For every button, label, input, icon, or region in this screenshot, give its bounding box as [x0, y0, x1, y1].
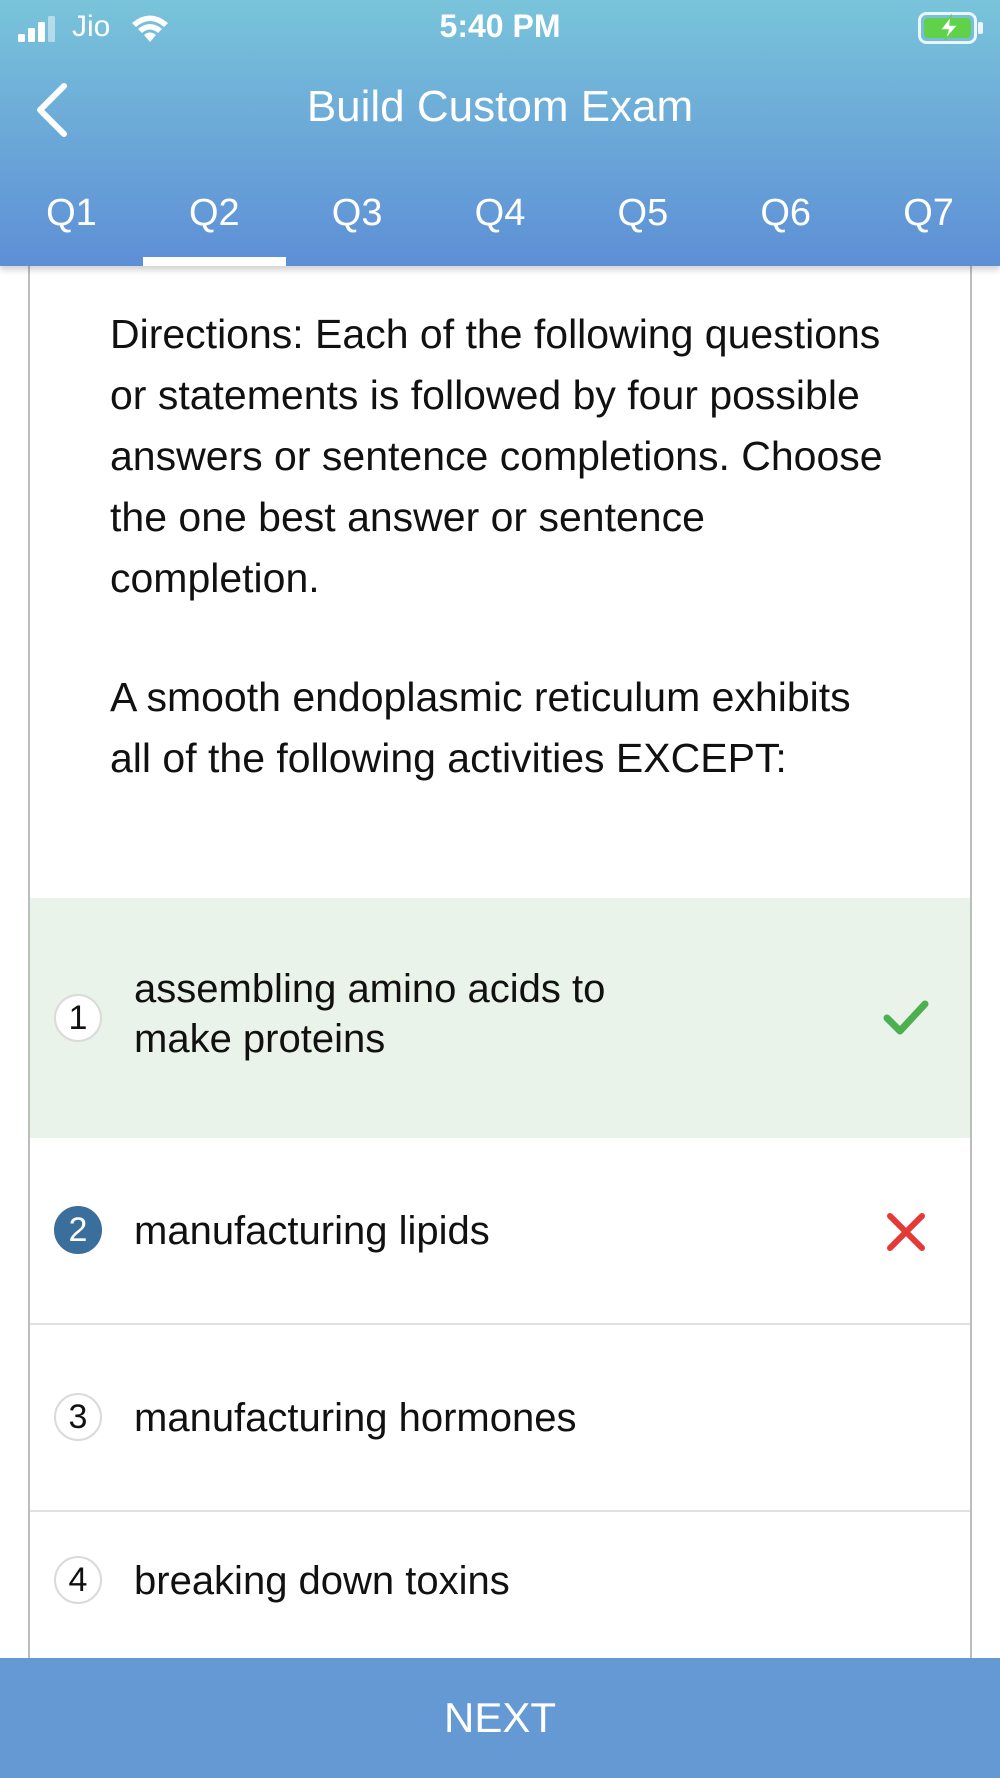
question-tabs: Q1 Q2 Q3 Q4 Q5 Q6 Q7: [0, 178, 1000, 266]
cross-icon: [887, 1213, 925, 1251]
next-button[interactable]: NEXT: [0, 1658, 1000, 1778]
answer-option-3[interactable]: 3 manufacturing hormones: [30, 1325, 970, 1512]
answer-text: assembling amino acids to make proteins: [134, 964, 840, 1064]
answer-number-badge: 4: [54, 1556, 102, 1604]
answer-text: manufacturing hormones: [134, 1396, 577, 1440]
answer-number-badge: 2: [54, 1206, 102, 1254]
answer-option-1[interactable]: 1 assembling amino acids to make protein…: [30, 898, 970, 1138]
answer-option-2[interactable]: 2 manufacturing lipids: [30, 1138, 970, 1325]
answer-text-line: assembling amino acids to: [134, 967, 606, 1011]
answer-text: breaking down toxins: [134, 1559, 510, 1603]
answer-text-line: make proteins: [134, 1017, 386, 1061]
battery-charging-icon: [918, 12, 983, 44]
tab-q6[interactable]: Q6: [714, 178, 857, 266]
answer-text: manufacturing lipids: [134, 1209, 490, 1253]
answer-option-4[interactable]: 4 breaking down toxins: [30, 1512, 970, 1658]
tab-q2[interactable]: Q2: [142, 178, 286, 266]
page-title: Build Custom Exam: [306, 82, 694, 131]
checkmark-icon: [883, 1000, 929, 1035]
question-directions: Directions: Each of the following questi…: [110, 311, 883, 601]
status-bar: Jio 5:40 PM: [0, 0, 1000, 56]
question-text: Directions: Each of the following questi…: [30, 266, 970, 898]
tab-q1[interactable]: Q1: [0, 178, 143, 266]
nav-bar: Build Custom Exam: [0, 60, 1000, 150]
question-stem: A smooth endoplasmic reticulum exhibits …: [110, 674, 851, 781]
answer-number-badge: 3: [54, 1393, 102, 1441]
tab-q3[interactable]: Q3: [286, 178, 429, 266]
app-header: Jio 5:40 PM Build Custom Exam Q1 Q2 Q3 Q…: [0, 0, 1000, 266]
status-time: 5:40 PM: [439, 8, 561, 44]
tab-q7[interactable]: Q7: [857, 178, 1000, 266]
question-panel: Directions: Each of the following questi…: [28, 266, 972, 1658]
tab-q5[interactable]: Q5: [571, 178, 714, 266]
answer-number-badge: 1: [54, 994, 102, 1042]
tab-q4[interactable]: Q4: [429, 178, 572, 266]
